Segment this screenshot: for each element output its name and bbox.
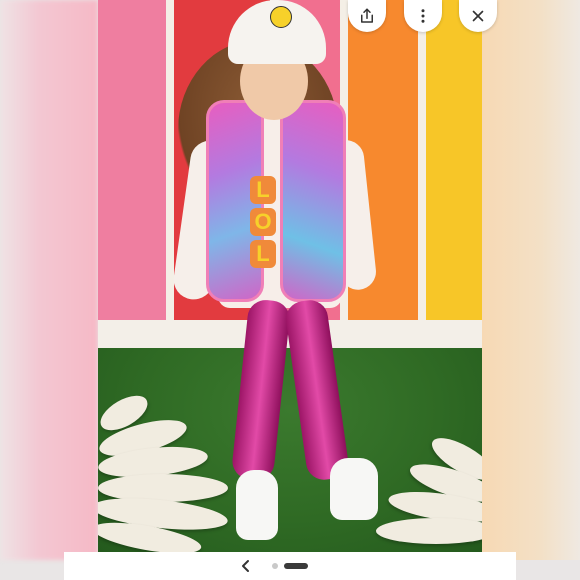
carousel-dot[interactable] — [272, 563, 278, 569]
carousel-bar — [64, 552, 516, 580]
backdrop-left — [0, 0, 98, 560]
wall-stripe — [426, 0, 482, 330]
shirt-letter: L — [250, 176, 276, 204]
left-sneaker — [236, 470, 278, 540]
shirt-letter: L — [250, 240, 276, 268]
wall-stripe — [418, 0, 426, 330]
right-sneaker — [330, 458, 378, 520]
backdrop-right — [482, 0, 580, 560]
more-vertical-icon — [421, 9, 425, 23]
product-photo: L O L — [98, 0, 482, 552]
carousel-dot-active[interactable] — [284, 563, 308, 569]
chevron-left-icon[interactable] — [238, 558, 254, 574]
shirt-print: L O L — [250, 176, 280, 274]
close-icon — [472, 10, 484, 22]
wall-stripe — [98, 0, 166, 330]
smiley-patch-icon — [270, 6, 292, 28]
vest-right-panel — [280, 100, 346, 302]
shirt-letter: O — [250, 208, 276, 236]
share-icon — [361, 8, 373, 23]
